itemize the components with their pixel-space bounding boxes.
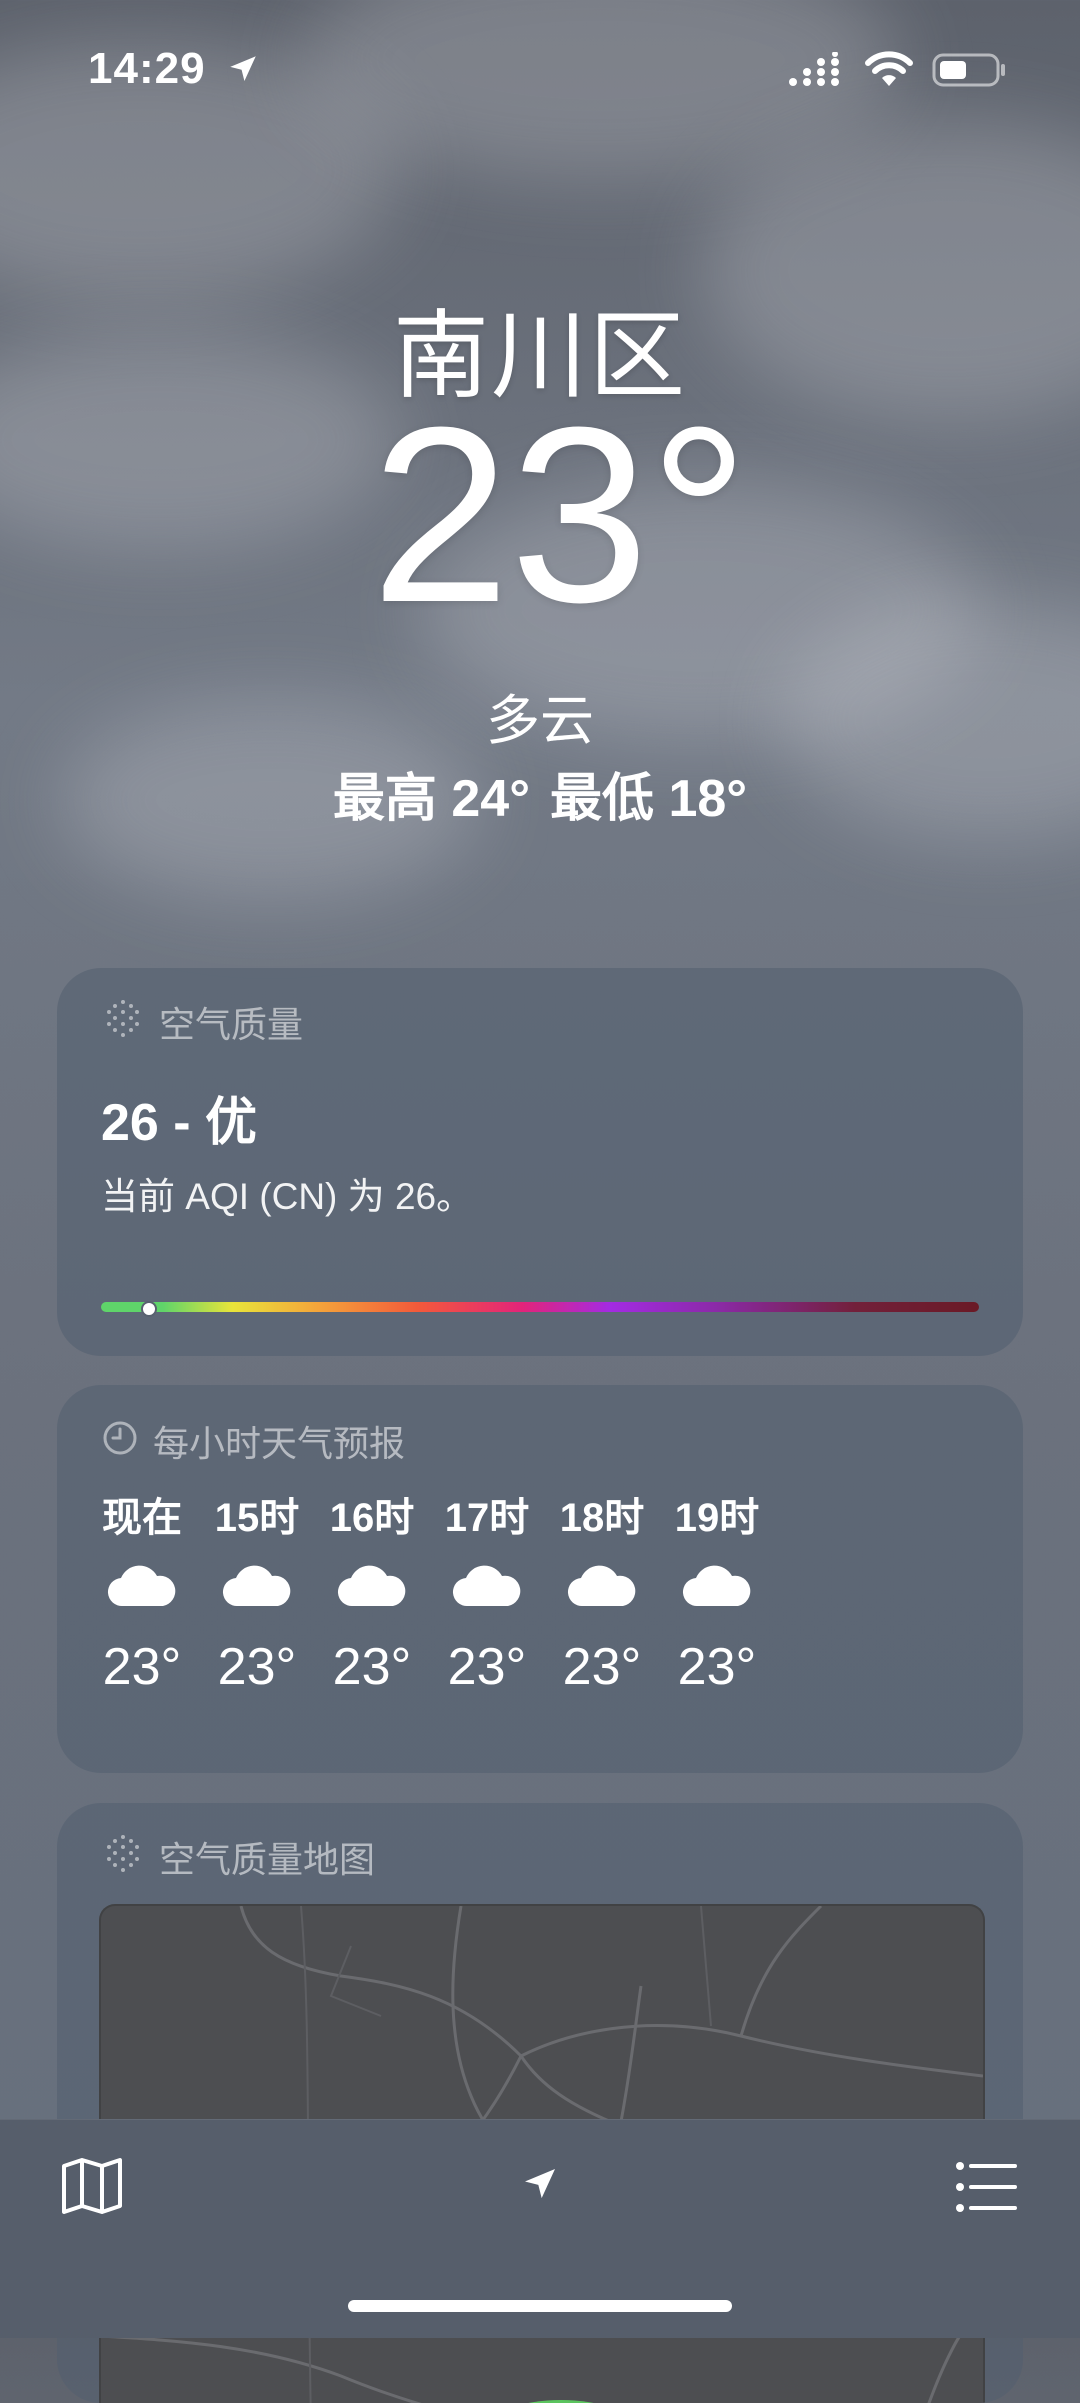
list-icon[interactable] [955, 2160, 1019, 2214]
cloud-icon [642, 1541, 792, 1631]
hourly-forecast-title: 每小时天气预报 [153, 1423, 406, 1464]
air-quality-icon [107, 1000, 139, 1037]
hourly-time: 19时 [674, 1496, 760, 1540]
aqi-value: 26 - 优 [101, 1094, 258, 1152]
hourly-temperature: 23° [677, 1638, 757, 1696]
high-low-temperature: 最高 24° 最低 18° [0, 756, 1080, 831]
aqi-level-indicator [141, 1301, 158, 1317]
air-quality-map-title: 空气质量地图 [159, 1839, 376, 1880]
current-temperature: 23° [370, 375, 750, 654]
map-icon[interactable] [60, 2156, 124, 2216]
air-quality-icon [107, 1835, 139, 1872]
hourly-item: 19时 23° [642, 1485, 792, 1697]
high-temperature: 最高 24° [332, 770, 530, 828]
hourly-list[interactable]: 现在 23° 15时 23° 16时 23° 17时 23° 18时 23° 19时 23° [57, 1485, 1023, 1745]
status-time: 14:29 [88, 44, 206, 93]
location-arrow-icon [230, 56, 256, 82]
hourly-forecast-card[interactable]: 每小时天气预报 现在 23° 15时 23° 16时 23° 17时 23° 18时 23° 19时… [57, 1385, 1023, 1773]
weather-condition: 多云 [486, 691, 594, 751]
wifi-icon [865, 51, 913, 86]
home-indicator [348, 2300, 732, 2312]
low-temperature: 最低 18° [550, 770, 748, 828]
battery-icon [932, 53, 1005, 87]
status-bar: 14:29 [0, 0, 1080, 140]
air-quality-card[interactable]: 空气质量 26 - 优 当前 AQI (CN) 为 26。 [57, 968, 1023, 1356]
location-arrow-icon[interactable] [520, 2164, 560, 2204]
air-quality-title: 空气质量 [159, 1004, 304, 1045]
aqi-description: 当前 AQI (CN) 为 26。 [101, 1176, 474, 1217]
aqi-scale-bar [101, 1302, 979, 1312]
clock-icon [103, 1421, 137, 1455]
cellular-signal-icon [789, 52, 839, 86]
